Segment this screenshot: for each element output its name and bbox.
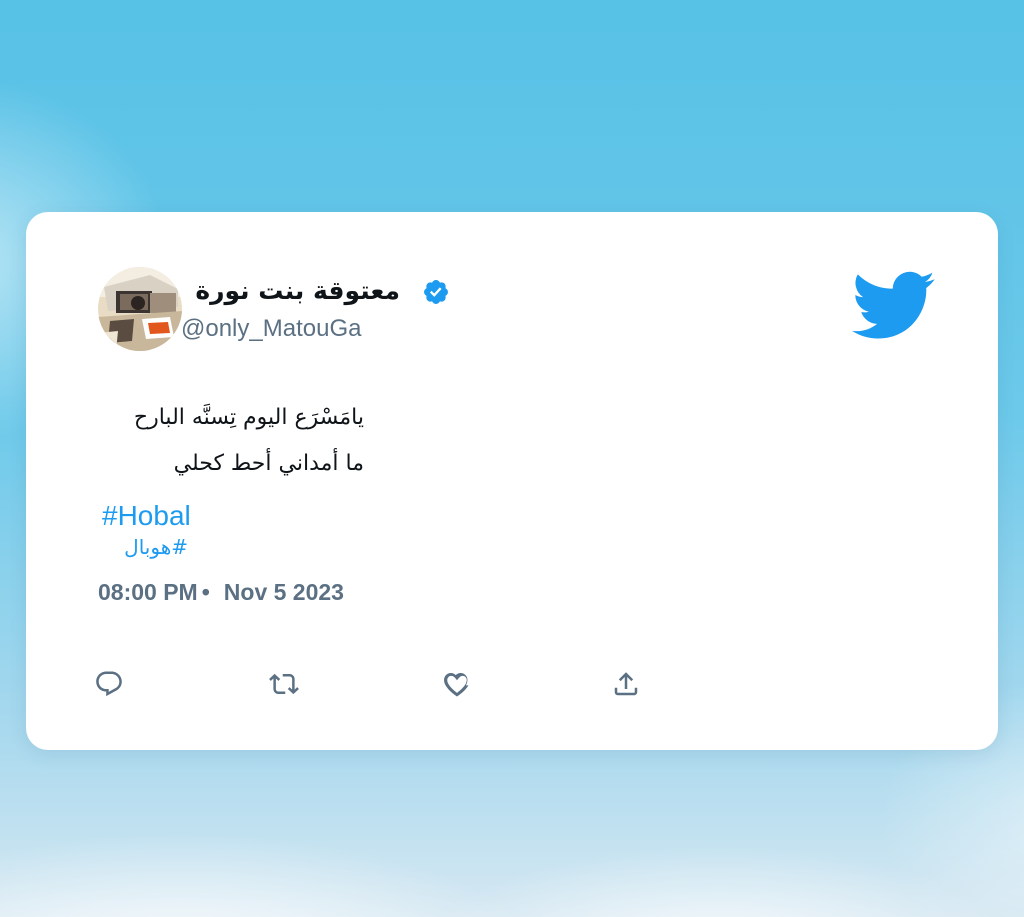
share-button[interactable]: [609, 667, 643, 701]
reply-icon: [96, 671, 122, 697]
tweet-text-line: ما أمداني أحط كحلي: [173, 451, 364, 476]
hashtag-link[interactable]: #هوبال: [102, 532, 188, 562]
heart-icon: [444, 672, 469, 697]
hashtag-link[interactable]: #Hobal: [102, 499, 191, 533]
tweet-text: يامَسْرَع اليوم تِسنَّه البارح ما أمداني…: [84, 395, 364, 487]
tweet-card: معتوقة بنت نورة @only_MatouGa يامَسْرَع …: [26, 212, 998, 750]
user-handle[interactable]: @only_MatouGa: [181, 314, 361, 344]
retweet-button[interactable]: [267, 667, 301, 701]
verified-badge-icon: [422, 278, 450, 306]
share-icon: [614, 672, 638, 696]
reply-button[interactable]: [92, 667, 126, 701]
meta-separator: •: [201, 579, 210, 605]
tweet-date[interactable]: Nov 5 2023: [224, 579, 344, 605]
twitter-bird-icon: [852, 270, 936, 342]
tweet-text-line: يامَسْرَع اليوم تِسنَّه البارح: [133, 405, 364, 430]
avatar[interactable]: [98, 267, 182, 351]
like-button[interactable]: [440, 667, 474, 701]
display-name[interactable]: معتوقة بنت نورة: [195, 274, 400, 308]
avatar-photo: [98, 267, 182, 351]
tweet-meta: 08:00 PM • Nov 5 2023: [98, 577, 344, 607]
tweet-time[interactable]: 08:00 PM: [98, 579, 198, 605]
retweet-icon: [269, 673, 299, 695]
